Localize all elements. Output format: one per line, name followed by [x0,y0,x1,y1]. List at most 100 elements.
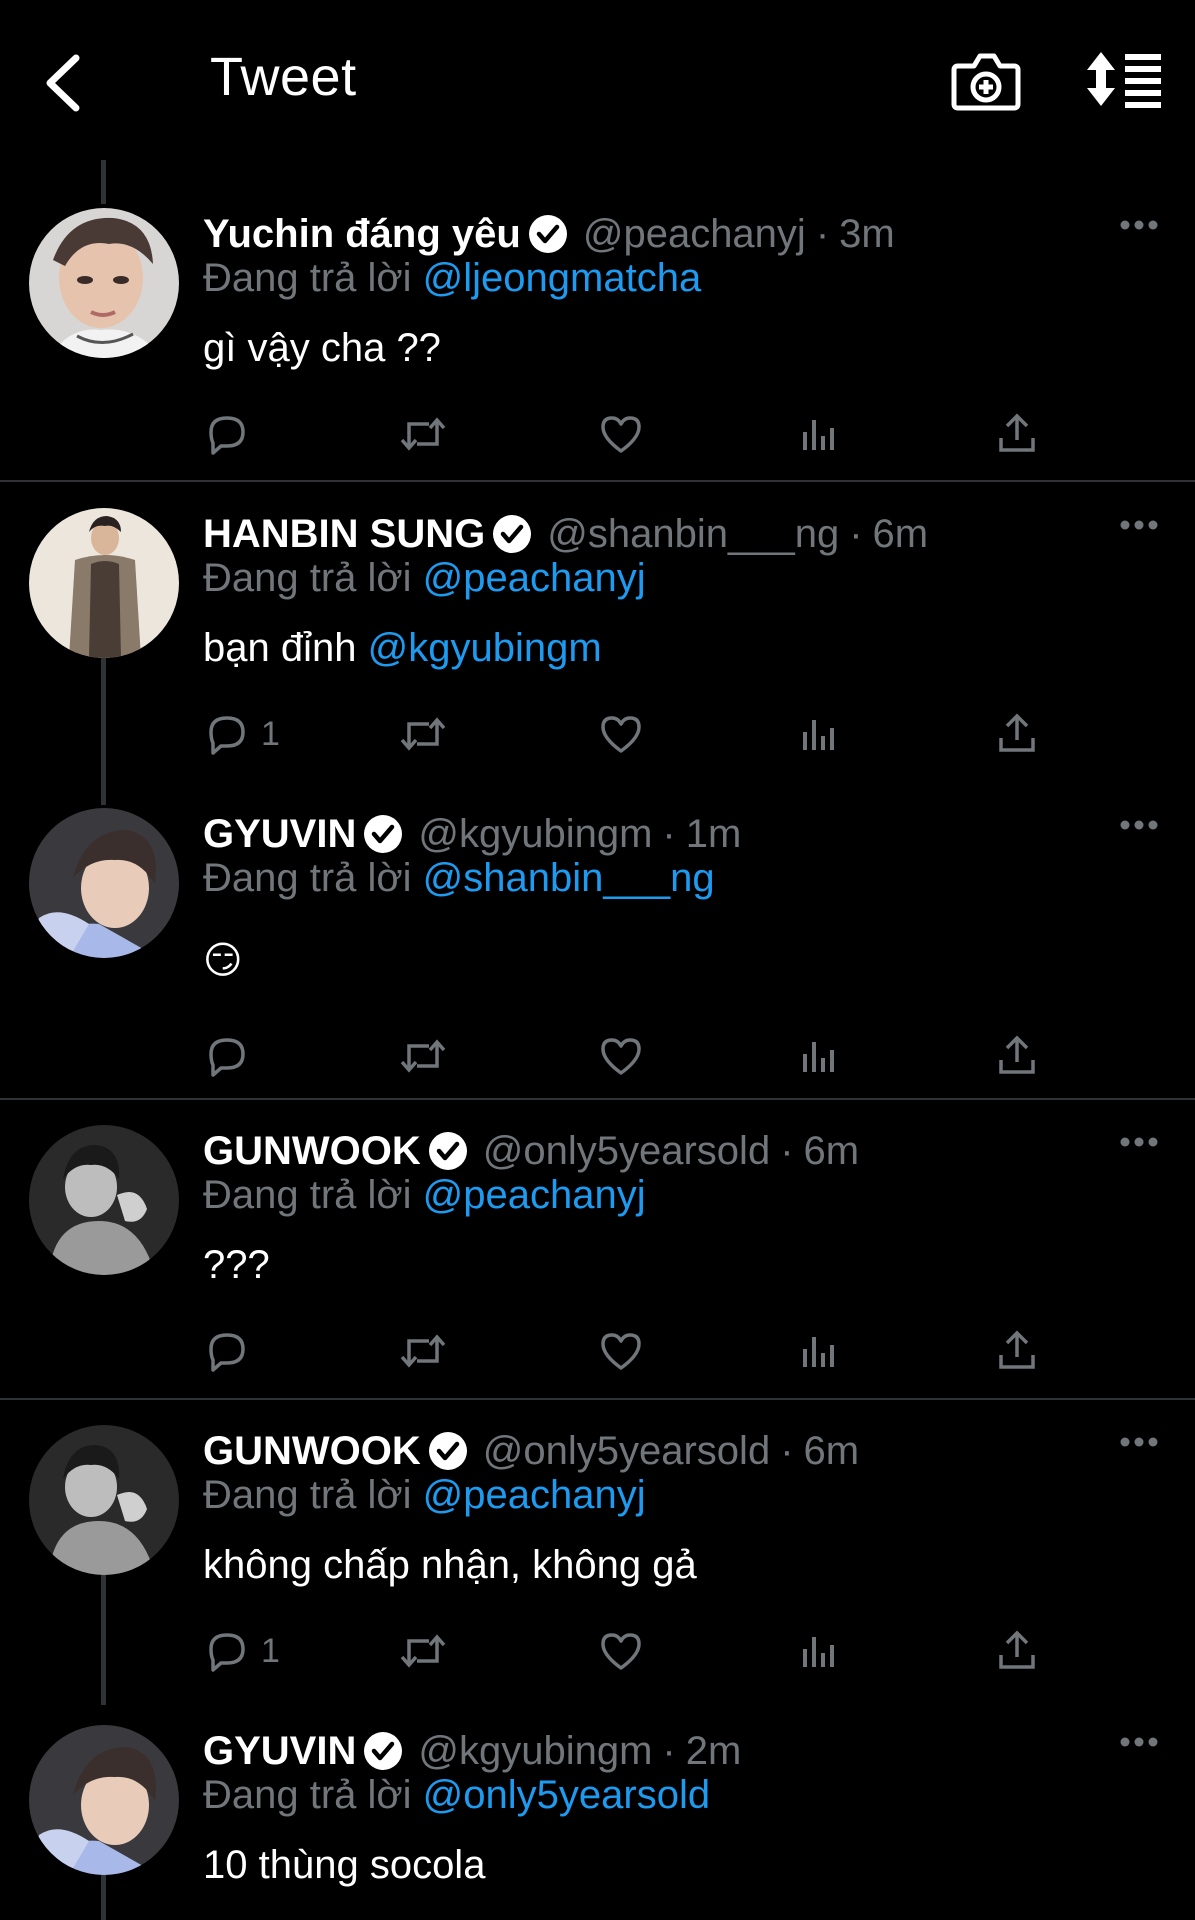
display-name[interactable]: GUNWOOK [203,1429,421,1474]
share-button[interactable] [993,1625,1041,1677]
avatar[interactable] [29,508,179,658]
replying-to-mention[interactable]: @peachanyj [423,1173,646,1217]
reply-button[interactable] [203,408,261,460]
tweet-header: GYUVIN @kgyubingm · 1m [203,808,741,860]
like-button[interactable] [597,1325,645,1377]
user-handle[interactable]: @shanbin___ng [547,512,839,557]
separator-dot: · [780,1428,794,1473]
avatar[interactable] [29,808,179,958]
views-button[interactable] [795,1625,843,1677]
tweet-text: bạn đỉnh @kgyubingm [203,626,602,671]
avatar[interactable] [29,208,179,358]
tweet-text: 😏 [203,940,243,982]
more-button[interactable] [1119,1435,1159,1449]
more-button[interactable] [1119,818,1159,832]
views-icon [803,420,834,450]
reply-icon [209,1038,245,1077]
reply-button[interactable]: 1 [203,708,280,760]
share-button[interactable] [993,1325,1041,1377]
views-button[interactable] [795,708,843,760]
replying-to: Đang trả lời @peachanyj [203,1473,646,1518]
retweet-button[interactable] [399,1325,447,1377]
replying-to-mention[interactable]: @peachanyj [423,1473,646,1517]
divider [0,1098,1195,1100]
replying-to-mention[interactable]: @peachanyj [423,556,646,600]
separator-dot: · [815,211,830,256]
reply-button[interactable] [203,1030,261,1082]
heart-icon [601,1038,641,1075]
views-button[interactable] [795,408,843,460]
more-button[interactable] [1119,218,1159,232]
share-button[interactable] [993,1030,1041,1082]
replying-to-mention[interactable]: @only5yearsold [423,1773,710,1817]
retweet-button[interactable] [399,1625,447,1677]
timestamp[interactable]: 6m [873,512,929,557]
user-handle[interactable]: @kgyubingm [418,812,652,857]
separator-dot: · [849,511,863,556]
tweet[interactable]: HANBIN SUNG @shanbin___ng · 6m Đang trả … [0,508,1195,778]
reply-count: 1 [261,1631,280,1670]
action-bar [203,1325,1083,1377]
tweet-text: 10 thùng socola [203,1843,486,1887]
share-icon [999,1630,1035,1669]
share-button[interactable] [993,408,1041,460]
retweet-icon [400,1039,446,1073]
display-name[interactable]: GUNWOOK [203,1129,421,1174]
tweet[interactable]: GYUVIN @kgyubingm · 2m Đang trả lời @onl… [0,1725,1195,1920]
heart-icon [601,416,641,453]
replying-to: Đang trả lời @peachanyj [203,556,646,601]
more-horizontal-icon [1120,1737,1158,1747]
share-icon [999,713,1035,752]
replying-to-label: Đang trả lời [203,1473,423,1517]
tweet[interactable]: GYUVIN @kgyubingm · 1m Đang trả lời @sha… [0,808,1195,1098]
retweet-button[interactable] [399,1030,447,1082]
user-handle[interactable]: @peachanyj [583,212,806,257]
sort-button[interactable] [1085,50,1165,108]
user-handle[interactable]: @only5yearsold [483,1429,770,1474]
tweet-text-mention[interactable]: @kgyubingm [368,626,602,670]
reply-button[interactable]: 1 [203,1625,280,1677]
like-button[interactable] [597,708,645,760]
reply-button[interactable] [203,1325,261,1377]
back-button[interactable] [38,48,98,118]
timestamp[interactable]: 6m [804,1129,860,1174]
camera-button[interactable] [950,50,1022,112]
tweet[interactable]: Yuchin đáng yêu @peachanyj · 3m Đang trả… [0,208,1195,478]
views-icon [803,1337,834,1367]
display-name[interactable]: Yuchin đáng yêu [203,212,521,257]
tweet-text-plain: bạn đỉnh [203,626,368,670]
replying-to-mention[interactable]: @ljeongmatcha [423,256,702,300]
timestamp[interactable]: 3m [839,212,895,257]
more-button[interactable] [1119,1735,1159,1749]
views-button[interactable] [795,1030,843,1082]
tweet[interactable]: GUNWOOK @only5yearsold · 6m Đang trả lời… [0,1125,1195,1395]
like-button[interactable] [597,1030,645,1082]
timestamp[interactable]: 6m [804,1429,860,1474]
timestamp[interactable]: 1m [686,812,742,857]
share-icon [999,1035,1035,1074]
replying-to-label: Đang trả lời [203,856,423,900]
display-name[interactable]: GYUVIN [203,1729,356,1774]
replying-to-mention[interactable]: @shanbin___ng [423,856,715,900]
like-button[interactable] [597,408,645,460]
display-name[interactable]: HANBIN SUNG [203,512,485,557]
views-icon [803,1042,834,1072]
avatar[interactable] [29,1425,179,1575]
views-button[interactable] [795,1325,843,1377]
avatar[interactable] [29,1125,179,1275]
more-button[interactable] [1119,518,1159,532]
sort-icon [1087,52,1161,108]
top-bar: Tweet [0,0,1195,160]
tweet[interactable]: GUNWOOK @only5yearsold · 6m Đang trả lời… [0,1425,1195,1695]
display-name[interactable]: GYUVIN [203,812,356,857]
retweet-button[interactable] [399,408,447,460]
user-handle[interactable]: @only5yearsold [483,1129,770,1174]
user-handle[interactable]: @kgyubingm [418,1729,652,1774]
verified-badge-icon [364,815,403,853]
timestamp[interactable]: 2m [686,1729,742,1774]
share-button[interactable] [993,708,1041,760]
like-button[interactable] [597,1625,645,1677]
avatar[interactable] [29,1725,179,1875]
retweet-button[interactable] [399,708,447,760]
more-button[interactable] [1119,1135,1159,1149]
